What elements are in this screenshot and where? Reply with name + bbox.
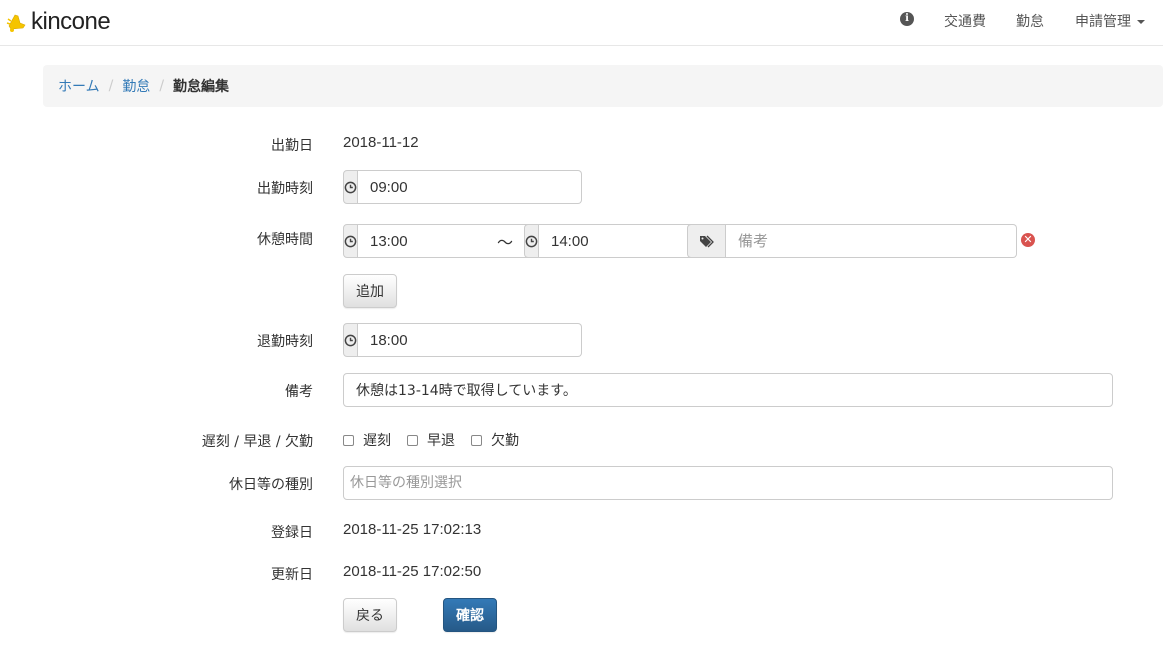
breadcrumb-separator: / [159, 78, 165, 94]
holiday-type-select[interactable] [343, 466, 1113, 500]
note-label: 備考 [285, 384, 313, 400]
caret-down-icon [1137, 20, 1145, 24]
clock-icon [343, 224, 358, 258]
break-note-input[interactable] [726, 224, 1017, 258]
updated-value: 2018-11-25 17:02:50 [343, 563, 482, 580]
bell-logo-icon [6, 14, 26, 32]
registered-value: 2018-11-25 17:02:13 [343, 521, 482, 538]
breadcrumb-current: 勤怠編集 [173, 79, 230, 95]
nav-requests-label: 申請管理 [1075, 14, 1131, 30]
note-input[interactable] [343, 373, 1113, 407]
back-button[interactable]: 戻る [343, 598, 397, 632]
late-checkbox-label: 遅刻 [363, 433, 391, 449]
breadcrumb-attendance[interactable]: 勤怠 [122, 76, 150, 96]
breadcrumb-separator: / [108, 78, 114, 94]
top-navbar: kincone i 交通費 勤怠 申請管理 [0, 0, 1163, 46]
nav-transport[interactable]: 交通費 [944, 11, 986, 31]
registered-label: 登録日 [271, 525, 313, 541]
early-leave-checkbox-item[interactable]: 早退 [407, 430, 455, 450]
flags-label: 遅刻 / 早退 / 欠勤 [201, 434, 313, 450]
updated-label: 更新日 [271, 567, 313, 583]
info-icon[interactable]: i [900, 12, 914, 26]
break-label: 休憩時間 [257, 232, 313, 248]
early-leave-checkbox-label: 早退 [427, 433, 455, 449]
confirm-button[interactable]: 確認 [443, 598, 497, 632]
remove-break-icon[interactable]: ✕ [1021, 233, 1035, 247]
break-note-group [687, 224, 1017, 258]
clock-in-label: 出勤時刻 [257, 181, 313, 197]
clock-icon [343, 323, 358, 357]
breadcrumb-home[interactable]: ホーム [58, 76, 100, 96]
holiday-type-label: 休日等の種別 [229, 477, 313, 493]
absence-checkbox-label: 欠勤 [491, 433, 519, 449]
break-separator: 〜 [497, 233, 514, 252]
clock-out-label: 退勤時刻 [257, 334, 313, 350]
clock-out-input[interactable] [358, 323, 582, 357]
work-date-label: 出勤日 [271, 138, 313, 154]
absence-checkbox-item[interactable]: 欠勤 [471, 430, 519, 450]
late-checkbox-item[interactable]: 遅刻 [343, 430, 391, 450]
brand-name: kincone [31, 8, 111, 35]
work-date-value: 2018-11-12 [343, 134, 419, 151]
breadcrumb: ホーム / 勤怠 / 勤怠編集 [43, 65, 1163, 107]
break-start-group [343, 224, 582, 258]
tags-icon [687, 224, 726, 258]
early-leave-checkbox[interactable] [407, 434, 418, 446]
late-checkbox[interactable] [343, 434, 354, 446]
clock-icon [524, 224, 539, 258]
nav-attendance[interactable]: 勤怠 [1016, 11, 1044, 31]
clock-in-group [343, 170, 582, 204]
clock-out-group [343, 323, 582, 357]
absence-checkbox[interactable] [471, 434, 482, 446]
break-end-group [524, 224, 763, 258]
add-break-button[interactable]: 追加 [343, 274, 397, 308]
flags-checkbox-group: 遅刻 早退 欠勤 [343, 430, 535, 450]
brand[interactable]: kincone [6, 6, 111, 38]
clock-icon [343, 170, 358, 204]
nav-requests-dropdown[interactable]: 申請管理 [1075, 11, 1145, 31]
clock-in-input[interactable] [358, 170, 582, 204]
